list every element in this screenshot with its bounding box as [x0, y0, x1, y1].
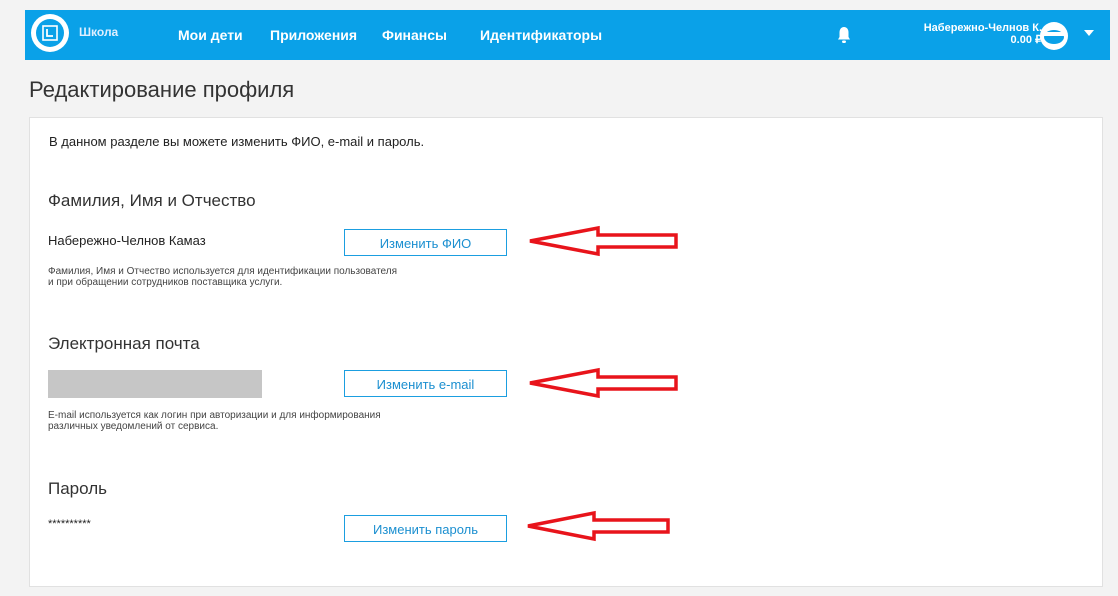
- annotation-arrow-icon: [529, 225, 678, 257]
- password-section-title: Пароль: [48, 479, 107, 498]
- name-help-text: Фамилия, Имя и Отчество используется для…: [48, 266, 528, 288]
- email-section-title: Электронная почта: [48, 334, 200, 353]
- brand-name[interactable]: Школа: [79, 25, 118, 39]
- user-name: Набережно-Челнов К.: [923, 22, 1042, 34]
- bell-icon[interactable]: [837, 26, 851, 49]
- email-help-text: E-mail используется как логин при автори…: [48, 410, 528, 432]
- email-help-line-2: различных уведомлений от сервиса.: [48, 421, 219, 432]
- nav-applications[interactable]: Приложения: [270, 27, 357, 43]
- nav-my-children[interactable]: Мои дети: [178, 27, 243, 43]
- change-name-button[interactable]: Изменить ФИО: [344, 229, 507, 256]
- annotation-arrow-icon: [529, 367, 678, 399]
- nav-identifiers[interactable]: Идентификаторы: [480, 27, 602, 43]
- page-title: Редактирование профиля: [29, 77, 295, 102]
- change-password-button[interactable]: Изменить пароль: [344, 515, 507, 542]
- name-help-line-2: и при обращении сотрудников поставщика у…: [48, 277, 283, 288]
- email-help-line-1: E-mail используется как логин при автори…: [48, 410, 381, 421]
- chevron-down-icon[interactable]: [1084, 30, 1094, 36]
- annotation-arrow-icon: [527, 510, 670, 542]
- nav-finances[interactable]: Финансы: [382, 27, 447, 43]
- logo-icon[interactable]: [31, 14, 69, 52]
- change-email-button[interactable]: Изменить e-mail: [344, 370, 507, 397]
- top-navbar: Школа Мои дети Приложения Финансы Иденти…: [25, 10, 1110, 60]
- user-balance: 0.00 ₽: [1010, 34, 1042, 46]
- avatar[interactable]: [1039, 21, 1069, 51]
- password-value: **********: [48, 518, 91, 530]
- user-menu[interactable]: Набережно-Челнов К. 0.00 ₽: [924, 22, 1042, 46]
- name-help-line-1: Фамилия, Имя и Отчество используется для…: [48, 266, 398, 277]
- email-value-redacted: [48, 370, 262, 398]
- name-section-title: Фамилия, Имя и Отчество: [48, 191, 256, 210]
- intro-text: В данном разделе вы можете изменить ФИО,…: [49, 134, 425, 149]
- full-name-value: Набережно-Челнов Камаз: [48, 233, 206, 248]
